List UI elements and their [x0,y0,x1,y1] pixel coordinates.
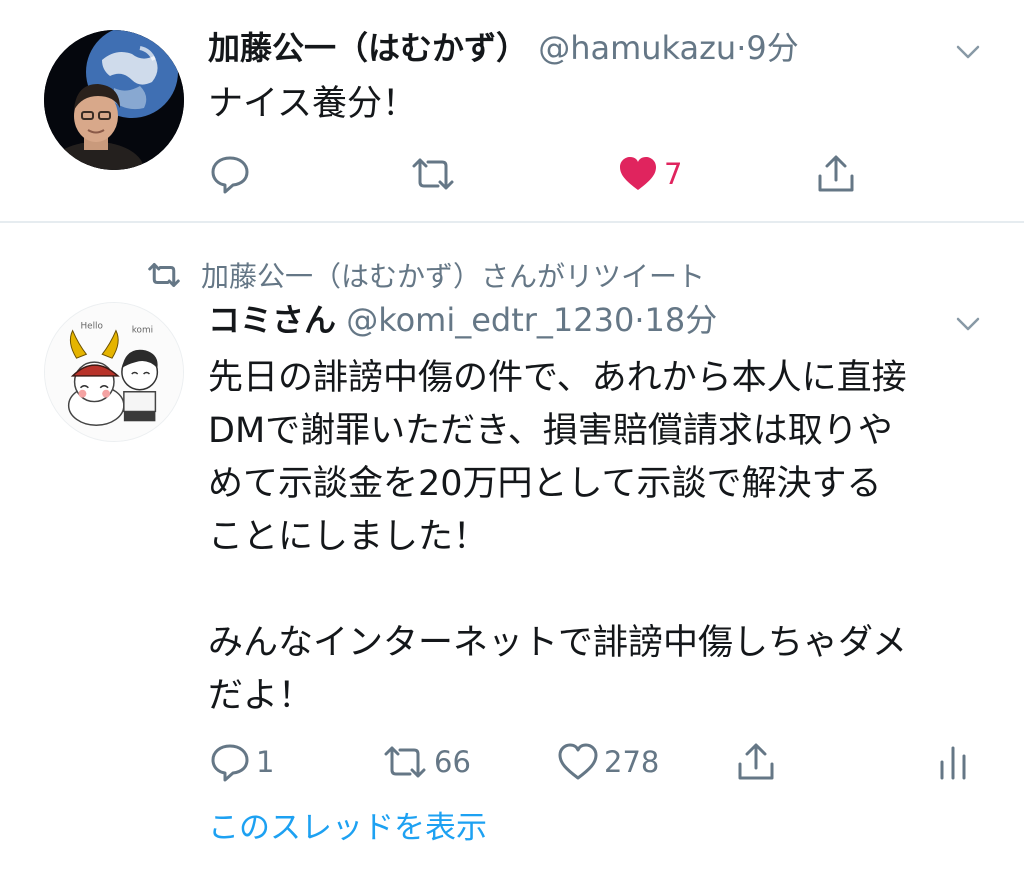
share-button[interactable] [814,150,858,198]
tweet-text: ナイス養分！ [208,84,417,124]
timestamp[interactable]: 18分 [645,301,718,339]
separator-dot: · [736,29,747,67]
share-icon [818,155,854,192]
reply-icon [211,744,249,782]
display-name[interactable]: 加藤公一（はむかず） [208,29,528,67]
tweet-actions: 7 [208,150,984,198]
like-button[interactable]: 7 [616,150,682,198]
chevron-down-icon[interactable] [952,308,984,340]
chevron-down-icon[interactable] [952,36,984,68]
share-button[interactable] [734,738,778,786]
user-handle[interactable]: @hamukazu [538,29,736,67]
display-name[interactable]: コミさん [208,301,336,339]
analytics-button[interactable] [936,738,972,786]
svg-text:komi: komi [132,326,153,336]
like-icon [620,157,656,190]
retweet-count: 66 [434,745,471,779]
retweet-icon [412,158,454,190]
like-count: 7 [664,157,683,191]
avatar-image: Hello komi [45,303,183,441]
separator-dot: · [634,301,645,339]
reply-icon [211,156,249,194]
tweet-actions: 1 66 278 [208,738,984,786]
show-thread-link[interactable]: このスレッドを表示 [208,802,487,847]
reply-button[interactable]: 1 [208,738,274,786]
retweet-icon [384,746,426,778]
like-count: 278 [604,745,660,779]
avatar-image [44,30,184,170]
timestamp[interactable]: 9分 [746,29,798,67]
retweet-button[interactable] [408,150,462,198]
retweet-button[interactable]: 66 [380,738,471,786]
tweet-1[interactable]: 加藤公一（はむかず） @hamukazu·9分 ナイス養分！ 7 [0,0,1024,223]
like-icon [558,743,598,780]
tweet-header: 加藤公一（はむかず） @hamukazu·9分 [208,26,799,70]
avatar-hamukazu[interactable] [44,30,184,170]
like-button[interactable]: 278 [556,738,659,786]
tweet-header: コミさん @komi_edtr_1230·18分 [208,298,717,342]
svg-text:Hello: Hello [80,322,102,332]
reply-button[interactable] [208,150,256,198]
reply-count: 1 [256,745,275,779]
avatar-komi[interactable]: Hello komi [44,302,184,442]
tweet-text: 先日の誹謗中傷の件で、あれから本人に直接 DMで謝罪いただき、損害賠償請求は取り… [208,358,907,716]
share-icon [738,743,774,780]
user-handle[interactable]: @komi_edtr_1230 [346,301,634,339]
analytics-icon [940,746,966,780]
